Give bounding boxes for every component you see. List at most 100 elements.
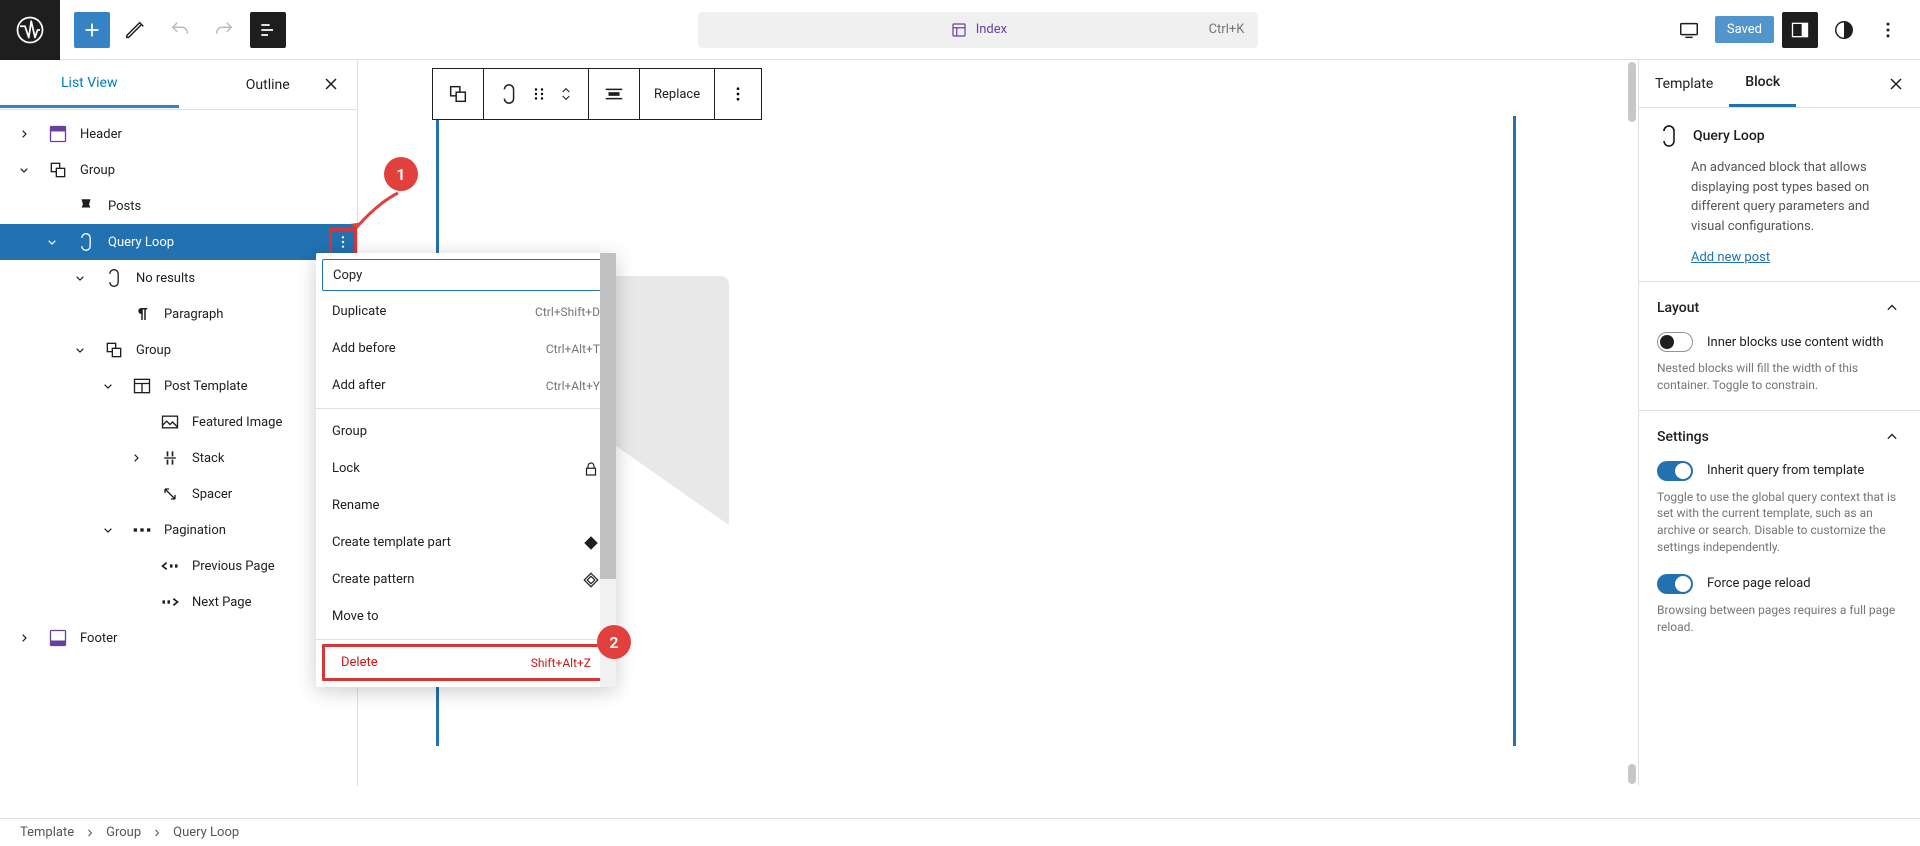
tree-row-label: Stack [192, 451, 224, 466]
breadcrumb-item[interactable]: Template [20, 825, 74, 840]
toggle-icon[interactable] [68, 270, 92, 286]
toggle-icon[interactable] [68, 342, 92, 358]
tree-row-next-page[interactable]: Next Page [0, 584, 357, 620]
loop-icon[interactable] [498, 83, 520, 105]
inherit-query-toggle[interactable] [1657, 461, 1693, 481]
breadcrumb-item[interactable]: Query Loop [173, 825, 239, 840]
list-view-toggle[interactable] [250, 12, 286, 48]
tree-row-pagination[interactable]: Pagination [0, 512, 357, 548]
undo-button[interactable] [162, 12, 198, 48]
document-title: Index [976, 22, 1007, 37]
add-new-post-link[interactable]: Add new post [1691, 250, 1770, 265]
annotation-badge-1: 1 [384, 157, 418, 191]
header-icon [46, 122, 70, 146]
options-button[interactable] [1870, 12, 1906, 48]
menu-add-before[interactable]: Add beforeCtrl+Alt+T [316, 330, 616, 367]
menu-item-shortcut: Shift+Alt+Z [531, 656, 591, 670]
toggle-icon[interactable] [124, 450, 148, 466]
toggle-icon[interactable] [12, 126, 36, 142]
menu-delete[interactable]: DeleteShift+Alt+Z [322, 644, 610, 681]
menu-move-to[interactable]: Move to [316, 598, 616, 635]
tools-button[interactable] [118, 12, 154, 48]
tree-row-previous-page[interactable]: Previous Page [0, 548, 357, 584]
tree-row-header[interactable]: Header [0, 116, 357, 152]
tree-row-posts[interactable]: Posts [0, 188, 357, 224]
breadcrumb-item[interactable]: Group [106, 825, 141, 840]
toggle-icon[interactable] [12, 630, 36, 646]
content-width-help: Nested blocks will fill the width of thi… [1657, 360, 1902, 394]
redo-button[interactable] [206, 12, 242, 48]
tree-row-post-template[interactable]: Post Template [0, 368, 357, 404]
toggle-icon[interactable] [40, 234, 64, 250]
toolbar-left [60, 12, 286, 48]
toggle-icon[interactable] [12, 162, 36, 178]
tab-block[interactable]: Block [1729, 60, 1796, 107]
chevron-up-icon [1882, 298, 1902, 318]
tab-template[interactable]: Template [1639, 62, 1729, 106]
parent-block-button[interactable] [433, 69, 484, 119]
spacer-icon [158, 482, 182, 506]
toggle-icon[interactable] [96, 378, 120, 394]
menu-lock[interactable]: Lock [316, 450, 616, 487]
menu-copy[interactable]: Copy [322, 259, 610, 291]
wp-logo[interactable] [0, 0, 60, 60]
tree-row-footer[interactable]: Footer [0, 620, 357, 656]
loop-icon [102, 266, 126, 290]
close-list-view[interactable] [317, 70, 345, 98]
tab-list-view[interactable]: List View [0, 61, 179, 108]
tree-row-query-loop[interactable]: Query Loop [0, 224, 357, 260]
menu-add-after[interactable]: Add afterCtrl+Alt+Y [316, 367, 616, 404]
inspector-tabs: Template Block [1639, 60, 1920, 108]
force-reload-toggle[interactable] [1657, 574, 1693, 594]
menu-item-shortcut: Ctrl+Shift+D [535, 305, 600, 319]
view-button[interactable] [1671, 12, 1707, 48]
settings-sidebar-toggle[interactable] [1782, 12, 1818, 48]
block-options-button[interactable] [715, 69, 761, 119]
menu-group[interactable]: Group [316, 413, 616, 450]
layout-panel-toggle[interactable]: Layout [1657, 298, 1902, 318]
list-view-tabs: List View Outline [0, 60, 357, 110]
tree-row-label: Header [80, 127, 122, 142]
menu-create-template-part[interactable]: Create template part [316, 524, 616, 561]
move-up-down-icon[interactable] [558, 83, 574, 105]
tree-row-spacer[interactable]: Spacer [0, 476, 357, 512]
menu-duplicate[interactable]: DuplicateCtrl+Shift+D [316, 293, 616, 330]
force-reload-label: Force page reload [1707, 576, 1811, 591]
menu-item-shortcut [582, 460, 600, 478]
block-description: An advanced block that allows displaying… [1691, 158, 1902, 236]
pagi-icon [130, 518, 154, 542]
tree-row-stack[interactable]: Stack [0, 440, 357, 476]
drag-handle-icon[interactable] [530, 85, 548, 103]
tree-row-label: Previous Page [192, 559, 275, 574]
content-width-toggle[interactable] [1657, 332, 1693, 352]
add-block-button[interactable] [74, 12, 110, 48]
save-status[interactable]: Saved [1715, 16, 1774, 43]
menu-rename[interactable]: Rename [316, 487, 616, 524]
inherit-query-label: Inherit query from template [1707, 463, 1864, 478]
canvas-scrollbar[interactable] [1620, 60, 1638, 786]
close-inspector[interactable] [1882, 70, 1910, 98]
tree-row-no-results[interactable]: No results [0, 260, 357, 296]
tree-row-label: Footer [80, 631, 117, 646]
document-bar[interactable]: Index Ctrl+K [698, 12, 1258, 48]
chevron-up-icon [1882, 427, 1902, 447]
tree-row-group[interactable]: Group [0, 332, 357, 368]
align-button[interactable] [589, 69, 640, 119]
command-shortcut: Ctrl+K [1209, 22, 1245, 37]
chevron-right-icon [151, 827, 163, 839]
tree-row-group[interactable]: Group [0, 152, 357, 188]
inherit-query-help: Toggle to use the global query context t… [1657, 489, 1902, 556]
replace-button[interactable]: Replace [640, 69, 715, 119]
menu-scrollbar[interactable] [600, 253, 616, 687]
tree-row-label: Query Loop [108, 235, 174, 250]
menu-item-shortcut: Ctrl+Alt+T [546, 342, 600, 356]
toggle-icon[interactable] [96, 522, 120, 538]
tree-row-paragraph[interactable]: Paragraph [0, 296, 357, 332]
menu-create-pattern[interactable]: Create pattern [316, 561, 616, 598]
styles-button[interactable] [1826, 12, 1862, 48]
layout-panel: Layout Inner blocks use content width Ne… [1639, 282, 1920, 411]
tree-row-label: Featured Image [192, 415, 282, 430]
settings-panel-toggle[interactable]: Settings [1657, 427, 1902, 447]
content-width-label: Inner blocks use content width [1707, 335, 1884, 350]
tree-row-featured-image[interactable]: Featured Image [0, 404, 357, 440]
